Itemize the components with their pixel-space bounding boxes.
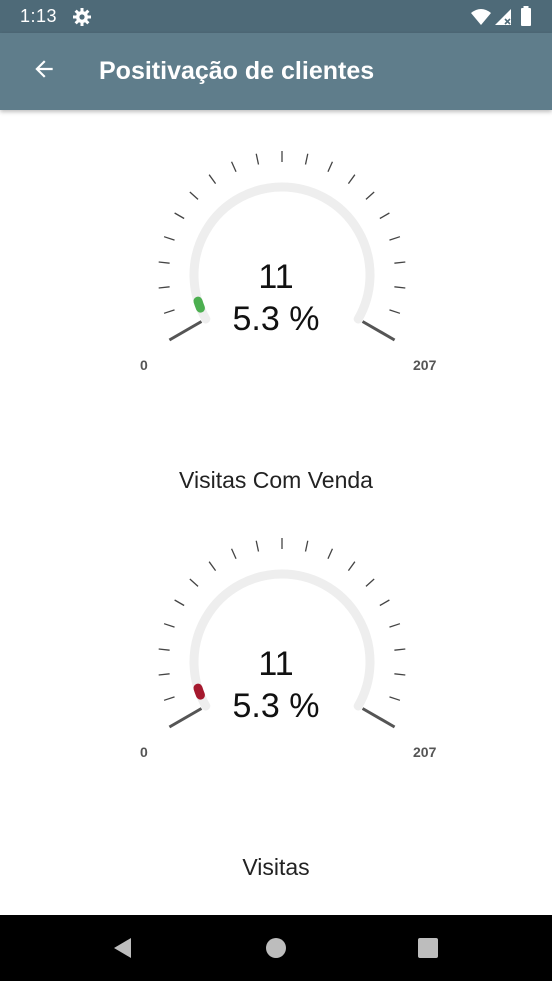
gauge-count: 11 xyxy=(258,645,294,683)
gauge-tick xyxy=(394,673,406,676)
gauge-percent: 5.3 % xyxy=(232,300,320,338)
gauge-percent: 5.3 % xyxy=(232,687,320,725)
gauge-max-label: 207 xyxy=(413,744,437,760)
gauge-count: 11 xyxy=(258,258,294,296)
gauge-tick xyxy=(304,540,309,552)
arrow-back-icon xyxy=(31,56,57,87)
status-time: 1:13 xyxy=(20,6,58,26)
gauge-card-visitas-com-venda: 11 5.3 % 0 207 Visitas Com Venda xyxy=(0,140,552,520)
gauge-tick xyxy=(208,174,217,184)
page-title: Positivação de clientes xyxy=(99,57,375,85)
gauge-tick xyxy=(163,696,175,701)
gauge-tick xyxy=(255,540,260,552)
gauge-tick xyxy=(379,599,390,607)
gauge-tick xyxy=(394,261,406,264)
gauge-tick xyxy=(389,623,401,628)
gauge-tick xyxy=(174,212,185,220)
navigation-bar xyxy=(0,915,552,981)
battery-icon xyxy=(520,6,532,26)
gauge-title: Visitas Com Venda xyxy=(179,467,373,493)
gauge-tick xyxy=(163,623,175,628)
gauge-tick xyxy=(365,191,375,200)
gauge-tick xyxy=(230,161,237,173)
nav-back-icon[interactable] xyxy=(108,933,138,963)
gauge-tick xyxy=(394,648,406,651)
status-bar: 1:13 xyxy=(0,0,552,33)
gauge-tick xyxy=(379,212,390,220)
gauge-tick xyxy=(230,548,237,560)
gauge-min-label: 0 xyxy=(140,744,148,760)
gauge-tick xyxy=(304,153,309,165)
gauge-tick xyxy=(208,561,217,571)
gauge-tick xyxy=(347,561,356,571)
back-button[interactable] xyxy=(22,49,66,93)
gauge-tick xyxy=(158,648,170,651)
gauge-tick xyxy=(163,309,175,314)
gauge-tick xyxy=(394,286,406,289)
gauge-tick xyxy=(389,309,401,314)
gauge-tick xyxy=(365,578,375,587)
gear-icon xyxy=(72,7,92,27)
gauge-tick xyxy=(389,696,401,701)
nav-home-icon[interactable] xyxy=(261,933,291,963)
gauge-tick xyxy=(347,174,356,184)
gauge-tick xyxy=(255,153,260,165)
gauge-max-label: 207 xyxy=(413,357,437,373)
wifi-icon xyxy=(470,8,492,26)
gauge-tick xyxy=(174,599,185,607)
app-bar: Positivação de clientes xyxy=(0,33,552,110)
nav-recent-icon[interactable] xyxy=(413,933,443,963)
gauge-tick xyxy=(158,261,170,264)
gauge-tick xyxy=(163,236,175,241)
signal-icon xyxy=(494,8,512,26)
gauge-tick xyxy=(189,578,199,587)
gauge-tick xyxy=(327,548,334,560)
gauge-tick xyxy=(189,191,199,200)
gauge-tick xyxy=(158,673,170,676)
gauge-tick xyxy=(389,236,401,241)
gauge-tick xyxy=(158,286,170,289)
gauge-tick xyxy=(327,161,334,173)
gauge-title: Visitas xyxy=(242,854,310,880)
gauge-min-label: 0 xyxy=(140,357,148,373)
gauge-card-visitas: 11 5.3 % 0 207 Visitas xyxy=(0,527,552,907)
